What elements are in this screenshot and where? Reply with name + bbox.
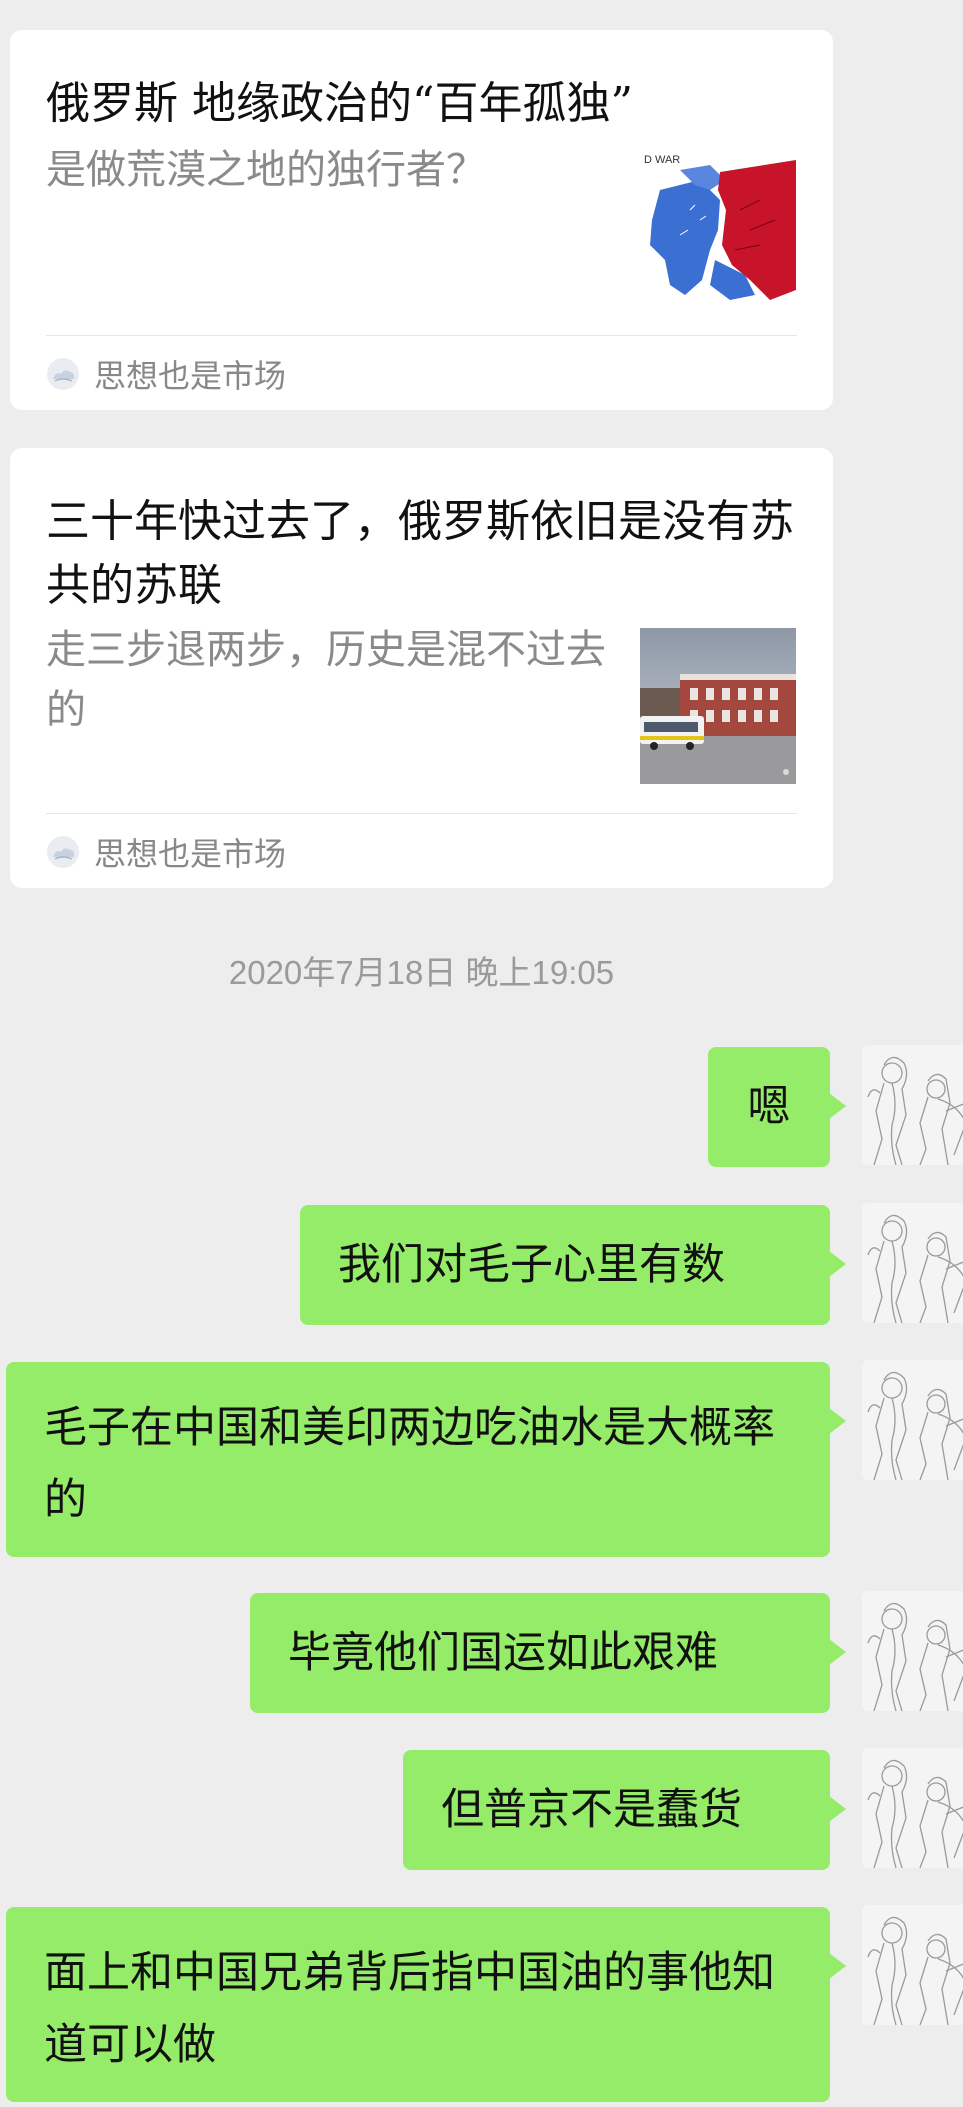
message-bubble[interactable]: 但普京不是蠢货: [403, 1750, 846, 1870]
message-bubble[interactable]: 嗯: [708, 1047, 846, 1167]
article-card[interactable]: 三十年快过去了，俄罗斯依旧是没有苏共的苏联 走三步退两步，历史是混不过去的 思想…: [10, 448, 833, 888]
message-bubble[interactable]: 我们对毛子心里有数: [300, 1205, 846, 1325]
chat-timestamp: 2020年7月18日 晚上19:05: [228, 954, 615, 991]
article-title: 俄罗斯 地缘政治的“百年孤独”: [46, 78, 633, 129]
account-avatar-icon: [47, 358, 79, 390]
user-avatar[interactable]: [862, 1748, 963, 1868]
article-title: 三十年快过去了，俄罗斯依旧是没有苏共的苏联: [46, 496, 794, 611]
article-card[interactable]: 俄罗斯 地缘政治的“百年孤独” 是做荒漠之地的独行者？ D WAR 思想也是市场: [10, 30, 833, 410]
source-name: 思想也是市场: [94, 357, 287, 395]
article-source[interactable]: 思想也是市场: [46, 354, 287, 395]
account-avatar-icon: [47, 836, 79, 868]
divider: [46, 813, 797, 814]
article-description: 是做荒漠之地的独行者？: [46, 147, 486, 193]
user-avatar[interactable]: [862, 1045, 963, 1165]
divider: [46, 335, 797, 336]
article-source[interactable]: 思想也是市场: [46, 832, 287, 873]
user-avatar[interactable]: [862, 1203, 963, 1323]
thumbnail-caption: D WAR: [644, 154, 680, 166]
user-avatar[interactable]: [862, 1360, 963, 1480]
message-bubble[interactable]: 面上和中国兄弟背后指中国油的事他知道可以做: [6, 1907, 846, 2102]
article-thumbnail: D WAR: [640, 150, 796, 306]
article-description: 走三步退两步，历史是混不过去的: [46, 627, 606, 733]
source-name: 思想也是市场: [94, 835, 287, 873]
message-bubble[interactable]: 毛子在中国和美印两边吃油水是大概率的: [6, 1362, 846, 1557]
user-avatar[interactable]: [862, 1905, 963, 2025]
message-bubble[interactable]: 毕竟他们国运如此艰难: [250, 1593, 846, 1713]
article-thumbnail: [640, 628, 796, 784]
user-avatar[interactable]: [862, 1591, 963, 1711]
